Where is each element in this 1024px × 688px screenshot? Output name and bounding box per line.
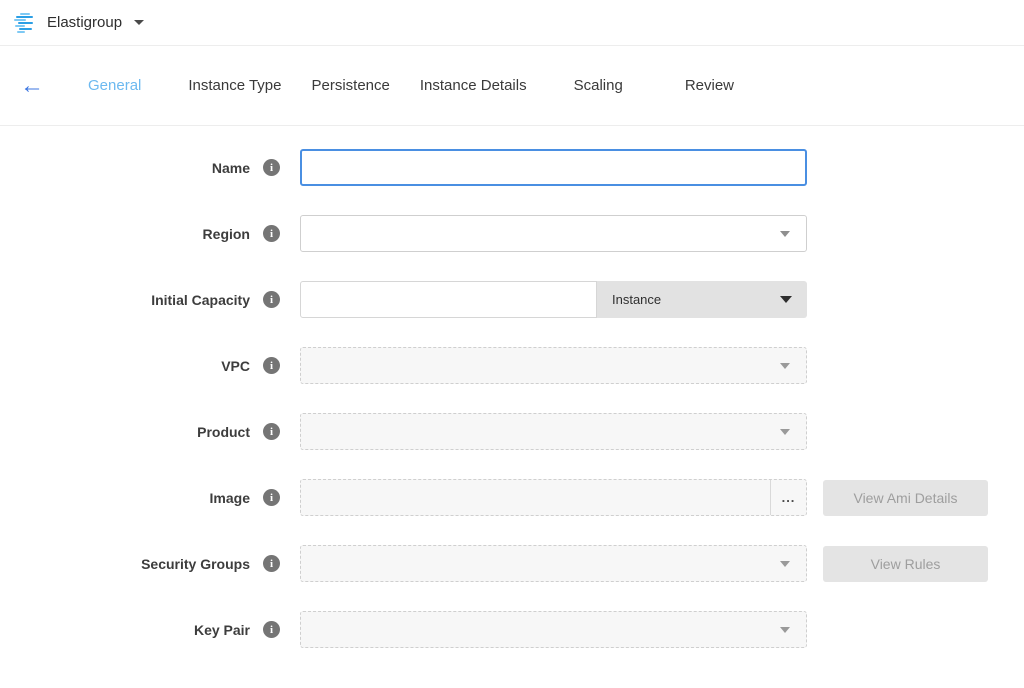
form-row-region: Region i bbox=[0, 215, 1024, 252]
security-groups-label: Security Groups bbox=[141, 556, 250, 572]
info-icon[interactable]: i bbox=[263, 357, 280, 374]
info-icon[interactable]: i bbox=[263, 423, 280, 440]
field-cell bbox=[300, 347, 807, 384]
wizard-tabs: General Instance Type Persistence Instan… bbox=[88, 77, 734, 94]
form-row-vpc: VPC i bbox=[0, 347, 1024, 384]
form-row-initial-capacity: Initial Capacity i Instance bbox=[0, 281, 1024, 318]
image-input-group: ... bbox=[300, 479, 807, 516]
label-cell: Product i bbox=[0, 423, 280, 440]
image-input bbox=[301, 480, 770, 515]
chevron-down-icon bbox=[134, 20, 144, 25]
chevron-down-icon bbox=[780, 561, 790, 567]
field-cell: ... View Ami Details bbox=[300, 479, 988, 516]
view-ami-details-button[interactable]: View Ami Details bbox=[823, 480, 988, 516]
vpc-label: VPC bbox=[221, 358, 250, 374]
info-icon[interactable]: i bbox=[263, 159, 280, 176]
label-cell: Initial Capacity i bbox=[0, 291, 280, 308]
form-row-image: Image i ... View Ami Details bbox=[0, 479, 1024, 516]
tab-scaling[interactable]: Scaling bbox=[574, 77, 623, 94]
chevron-down-icon bbox=[780, 231, 790, 237]
info-icon[interactable]: i bbox=[263, 555, 280, 572]
field-cell bbox=[300, 413, 807, 450]
chevron-down-icon bbox=[780, 627, 790, 633]
app-switcher[interactable]: Elastigroup bbox=[14, 13, 144, 33]
view-rules-button[interactable]: View Rules bbox=[823, 546, 988, 582]
form-row-product: Product i bbox=[0, 413, 1024, 450]
product-select bbox=[300, 413, 807, 450]
wizard-tab-bar: ← General Instance Type Persistence Inst… bbox=[0, 46, 1024, 126]
topbar: Elastigroup bbox=[0, 0, 1024, 46]
region-select[interactable] bbox=[300, 215, 807, 252]
chevron-down-icon bbox=[780, 363, 790, 369]
initial-capacity-input[interactable] bbox=[300, 281, 597, 318]
capacity-unit-select[interactable]: Instance bbox=[597, 281, 807, 318]
region-label: Region bbox=[203, 226, 250, 242]
field-cell bbox=[300, 149, 807, 186]
form-row-key-pair: Key Pair i bbox=[0, 611, 1024, 648]
product-label: Product bbox=[197, 424, 250, 440]
key-pair-label: Key Pair bbox=[194, 622, 250, 638]
tab-instance-details[interactable]: Instance Details bbox=[420, 77, 527, 94]
field-cell: View Rules bbox=[300, 545, 988, 582]
tab-general[interactable]: General bbox=[88, 77, 141, 94]
form-row-security-groups: Security Groups i View Rules bbox=[0, 545, 1024, 582]
label-cell: Region i bbox=[0, 225, 280, 242]
info-icon[interactable]: i bbox=[263, 225, 280, 242]
label-cell: Key Pair i bbox=[0, 621, 280, 638]
label-cell: Security Groups i bbox=[0, 555, 280, 572]
tab-persistence[interactable]: Persistence bbox=[312, 77, 390, 94]
info-icon[interactable]: i bbox=[263, 489, 280, 506]
field-cell bbox=[300, 215, 807, 252]
chevron-down-icon bbox=[780, 429, 790, 435]
app-name: Elastigroup bbox=[47, 14, 122, 31]
field-cell bbox=[300, 611, 807, 648]
label-cell: VPC i bbox=[0, 357, 280, 374]
info-icon[interactable]: i bbox=[263, 291, 280, 308]
image-label: Image bbox=[210, 490, 250, 506]
name-label: Name bbox=[212, 160, 250, 176]
capacity-unit-value: Instance bbox=[612, 292, 661, 307]
security-groups-select bbox=[300, 545, 807, 582]
field-cell: Instance bbox=[300, 281, 807, 318]
label-cell: Image i bbox=[0, 489, 280, 506]
browse-ellipsis-button[interactable]: ... bbox=[770, 480, 806, 515]
tab-instance-type[interactable]: Instance Type bbox=[188, 77, 281, 94]
vpc-select bbox=[300, 347, 807, 384]
back-arrow-icon[interactable]: ← bbox=[20, 74, 46, 98]
name-input[interactable] bbox=[300, 149, 807, 186]
key-pair-select bbox=[300, 611, 807, 648]
info-icon[interactable]: i bbox=[263, 621, 280, 638]
elastigroup-logo-icon bbox=[14, 13, 37, 33]
form-row-name: Name i bbox=[0, 149, 1024, 186]
initial-capacity-label: Initial Capacity bbox=[151, 292, 250, 308]
label-cell: Name i bbox=[0, 159, 280, 176]
chevron-down-icon bbox=[780, 296, 792, 303]
tab-review[interactable]: Review bbox=[685, 77, 734, 94]
general-form: Name i Region i Initial Capacity i Insta… bbox=[0, 126, 1024, 648]
